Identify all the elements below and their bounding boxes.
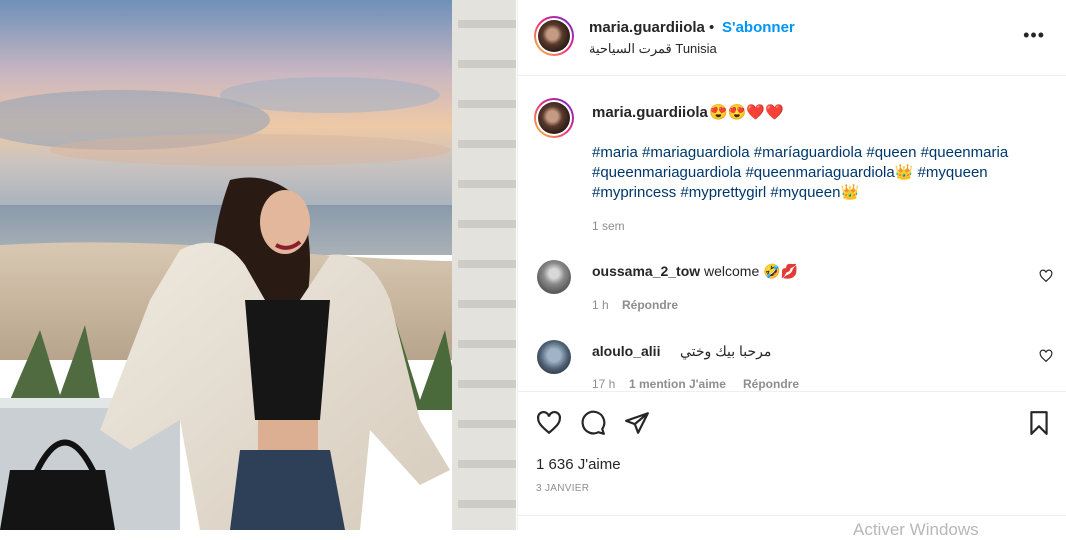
more-options-icon[interactable]: ••• — [1023, 26, 1045, 44]
windows-activation-watermark: Activer Windows — [853, 520, 979, 539]
likes-count[interactable]: 1 636 J'aime — [536, 456, 621, 473]
hashtag-link[interactable]: #maríaguardiola — [754, 144, 862, 161]
comment-text: welcome 🤣💋 — [704, 263, 798, 279]
caption-time[interactable]: 1 sem — [592, 219, 625, 233]
commenter-avatar[interactable] — [537, 260, 571, 294]
hashtag-link[interactable]: #queenmaria — [921, 144, 1009, 161]
comment-time[interactable]: 17 h — [592, 377, 615, 391]
author-avatar[interactable] — [534, 16, 574, 56]
caption-hashtags: #maria #mariaguardiola #maríaguardiola #… — [592, 143, 1032, 203]
follow-button[interactable]: S'abonner — [722, 19, 795, 36]
hashtag-link[interactable]: #queenmariaguardiola — [592, 164, 741, 181]
comment-like-icon[interactable] — [1039, 349, 1053, 363]
hashtag-link[interactable]: #queen — [866, 144, 916, 161]
comment-text: مرحبا بيك وختي — [680, 343, 772, 359]
author-username[interactable]: maria.guardiiola — [589, 19, 705, 36]
post-header: maria.guardiiola • S'abonner قمرت السياح… — [518, 0, 1066, 76]
comment-bubble-icon[interactable] — [580, 410, 606, 436]
hashtag-link[interactable]: #myprincess — [592, 184, 676, 201]
hashtag-link[interactable]: #queenmariaguardiola👑 — [745, 164, 913, 181]
post-location[interactable]: قمرت السياحية Tunisia — [589, 41, 717, 57]
comment-username[interactable]: aloulo_alii — [592, 343, 660, 359]
hashtag-link[interactable]: #mariaguardiola — [642, 144, 750, 161]
photo-illustration — [0, 0, 516, 530]
comment-time[interactable]: 1 h — [592, 298, 609, 312]
post-photo[interactable] — [0, 0, 516, 530]
divider — [518, 515, 1066, 516]
post-actions: 1 636 J'aime 3 JANVIER Activer Windows — [518, 391, 1066, 539]
header-separator: • — [709, 19, 715, 36]
reply-button[interactable]: Répondre — [622, 298, 678, 312]
like-heart-icon[interactable] — [536, 410, 562, 436]
hashtag-link[interactable]: #myprettygirl — [680, 184, 766, 201]
comment-like-icon[interactable] — [1039, 269, 1053, 283]
hashtag-link[interactable]: #maria — [592, 144, 638, 161]
hashtag-line-2: #queenmariaguardiola #queenmariaguardiol… — [592, 163, 1032, 183]
hashtag-line-3: #myprincess #myprettygirl #myqueen👑 — [592, 183, 1032, 203]
instagram-post: maria.guardiiola • S'abonner قمرت السياح… — [0, 0, 1066, 539]
comment-likes-count[interactable]: 1 mention J'aime — [629, 377, 726, 391]
hashtag-link[interactable]: #myqueen — [918, 164, 988, 181]
reply-button[interactable]: Répondre — [743, 377, 799, 391]
caption-username[interactable]: maria.guardiiola — [592, 104, 708, 121]
save-bookmark-icon[interactable] — [1026, 410, 1052, 436]
commenter-avatar[interactable] — [537, 340, 571, 374]
caption-author-avatar[interactable] — [534, 98, 574, 138]
post-date[interactable]: 3 JANVIER — [536, 483, 589, 494]
caption-emojis: 😍😍❤️❤️ — [709, 104, 784, 121]
comment-username[interactable]: oussama_2_tow — [592, 263, 700, 279]
hashtag-line-1: #maria #mariaguardiola #maríaguardiola #… — [592, 143, 1032, 163]
share-send-icon[interactable] — [624, 410, 650, 436]
hashtag-link[interactable]: #myqueen👑 — [770, 184, 859, 201]
post-side-panel: maria.guardiiola • S'abonner قمرت السياح… — [517, 0, 1066, 539]
